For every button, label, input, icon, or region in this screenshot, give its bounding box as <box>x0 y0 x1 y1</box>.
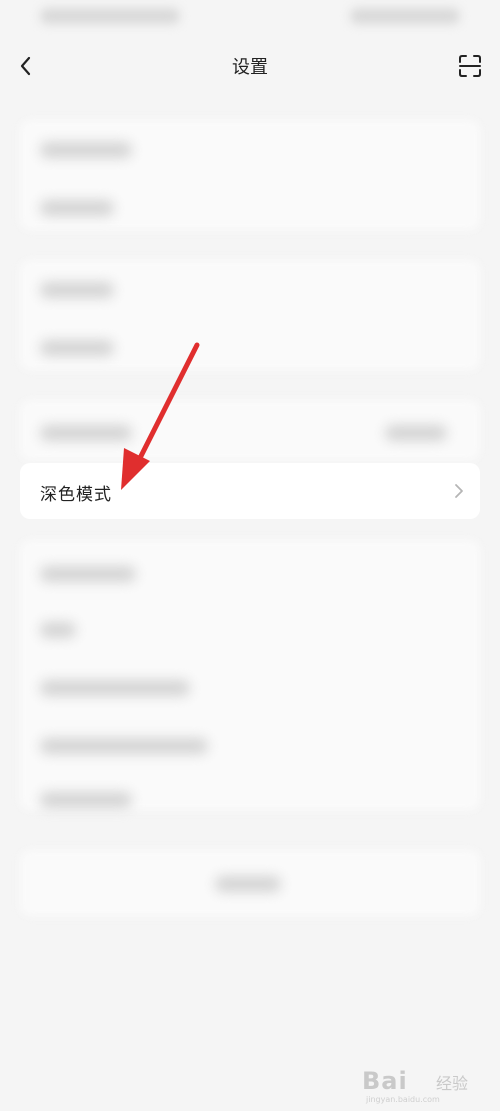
baidu-watermark: Bai 经验 jingyan.baidu.com <box>362 1063 472 1105</box>
dark-mode-row[interactable]: 深色模式 <box>20 463 480 519</box>
watermark-subtext: 经验 <box>436 1074 469 1093</box>
blurred-item-label <box>40 425 132 441</box>
blurred-item-label <box>40 200 114 216</box>
scan-icon <box>459 55 481 77</box>
dark-mode-label: 深色模式 <box>40 485 112 505</box>
page-title: 设置 <box>232 57 268 78</box>
status-time-blurred <box>40 8 180 24</box>
blurred-item-label <box>40 622 76 638</box>
watermark-url: jingyan.baidu.com <box>366 1095 440 1104</box>
watermark-logo: Bai <box>362 1067 408 1095</box>
blurred-item-label <box>40 282 114 298</box>
navigation-bar: 设置 <box>0 40 500 92</box>
status-bar <box>0 0 500 36</box>
blurred-item-label <box>40 738 208 754</box>
chevron-right-icon <box>455 484 463 498</box>
blurred-item-label <box>40 680 190 696</box>
blurred-button-label <box>215 876 281 892</box>
blurred-item-label <box>40 142 132 158</box>
blurred-item-label <box>40 340 114 356</box>
blurred-item-label <box>40 792 132 808</box>
status-icons-blurred <box>350 8 460 24</box>
blurred-settings-list <box>0 110 500 930</box>
scan-button[interactable] <box>454 50 486 82</box>
blurred-item-label <box>40 566 136 582</box>
blurred-item-value <box>385 425 447 441</box>
